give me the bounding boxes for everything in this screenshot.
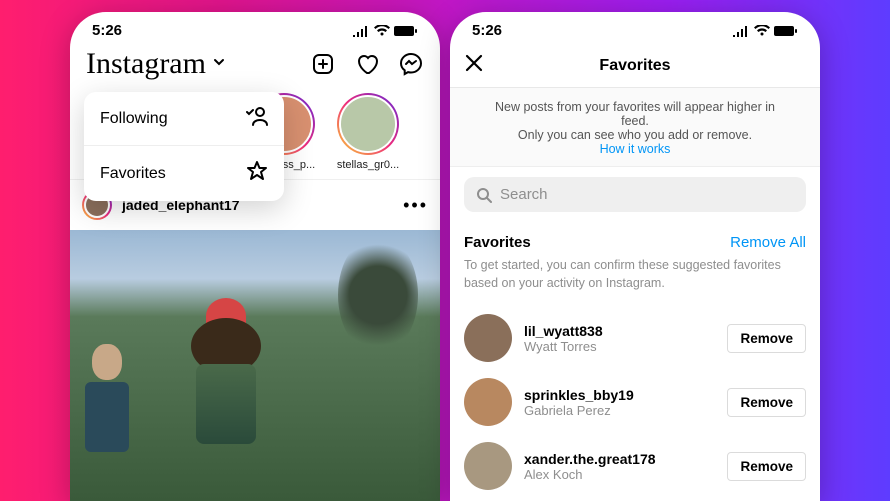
how-it-works-link[interactable]: How it works [480,142,790,156]
favorites-header: Favorites [450,45,820,88]
app-header: Instagram [70,45,440,87]
page-title: Favorites [464,57,806,75]
favorite-fullname: Gabriela Perez [524,403,715,418]
status-bar: 5:26 [70,12,440,45]
section-title: Favorites [464,234,531,251]
favorite-username[interactable]: sprinkles_bby19 [524,387,715,403]
avatar[interactable] [464,442,512,490]
favorite-username[interactable]: lil_wyatt838 [524,323,715,339]
search-input[interactable]: Search [464,177,806,212]
favorite-item: xander.the.great178 Alex Koch Remove [450,434,820,498]
favorite-item: sprinkles_bby19 Gabriela Perez Remove [450,370,820,434]
search-placeholder: Search [500,186,548,203]
favorites-section-header: Favorites Remove All [450,222,820,255]
messenger-button[interactable] [398,51,424,77]
star-icon [246,160,268,187]
chevron-down-icon[interactable] [212,55,226,74]
banner-text: New posts from your favorites will appea… [480,100,790,128]
feed-dropdown-menu: Following Favorites [84,92,284,201]
dropdown-label: Following [100,110,168,128]
following-icon [246,106,268,131]
remove-button[interactable]: Remove [727,388,806,417]
status-time: 5:26 [92,22,122,39]
status-bar: 5:26 [450,12,820,45]
dropdown-following[interactable]: Following [84,92,284,145]
favorites-hint: To get started, you can confirm these su… [450,255,820,306]
avatar[interactable] [464,314,512,362]
signal-icon [732,25,750,37]
avatar[interactable] [464,378,512,426]
remove-all-button[interactable]: Remove All [730,234,806,251]
wifi-icon [754,25,770,37]
phone-feed: 5:26 Instagram Your Story liam_bean.. [70,12,440,501]
status-icons [732,25,798,37]
create-post-button[interactable] [310,51,336,77]
phone-favorites: 5:26 Favorites New posts from your favor… [450,12,820,501]
banner-text: Only you can see who you add or remove. [480,128,790,142]
favorite-item: lil_wyatt838 Wyatt Torres Remove [450,306,820,370]
remove-button[interactable]: Remove [727,324,806,353]
dropdown-favorites[interactable]: Favorites [84,145,284,201]
favorite-fullname: Wyatt Torres [524,339,715,354]
dropdown-label: Favorites [100,165,166,183]
battery-icon [394,25,418,37]
story-label: stellas_gr0... [332,159,404,171]
remove-button[interactable]: Remove [727,452,806,481]
battery-icon [774,25,798,37]
post-more-button[interactable]: ••• [403,195,428,216]
signal-icon [352,25,370,37]
wifi-icon [374,25,390,37]
favorite-fullname: Alex Koch [524,467,715,482]
post-image[interactable] [70,230,440,501]
instagram-logo[interactable]: Instagram [86,47,206,81]
favorite-username[interactable]: xander.the.great178 [524,451,715,467]
search-icon [476,187,492,203]
activity-heart-button[interactable] [354,51,380,77]
status-time: 5:26 [472,22,502,39]
info-banner: New posts from your favorites will appea… [450,88,820,167]
story-item[interactable]: stellas_gr0... [332,93,404,171]
status-icons [352,25,418,37]
